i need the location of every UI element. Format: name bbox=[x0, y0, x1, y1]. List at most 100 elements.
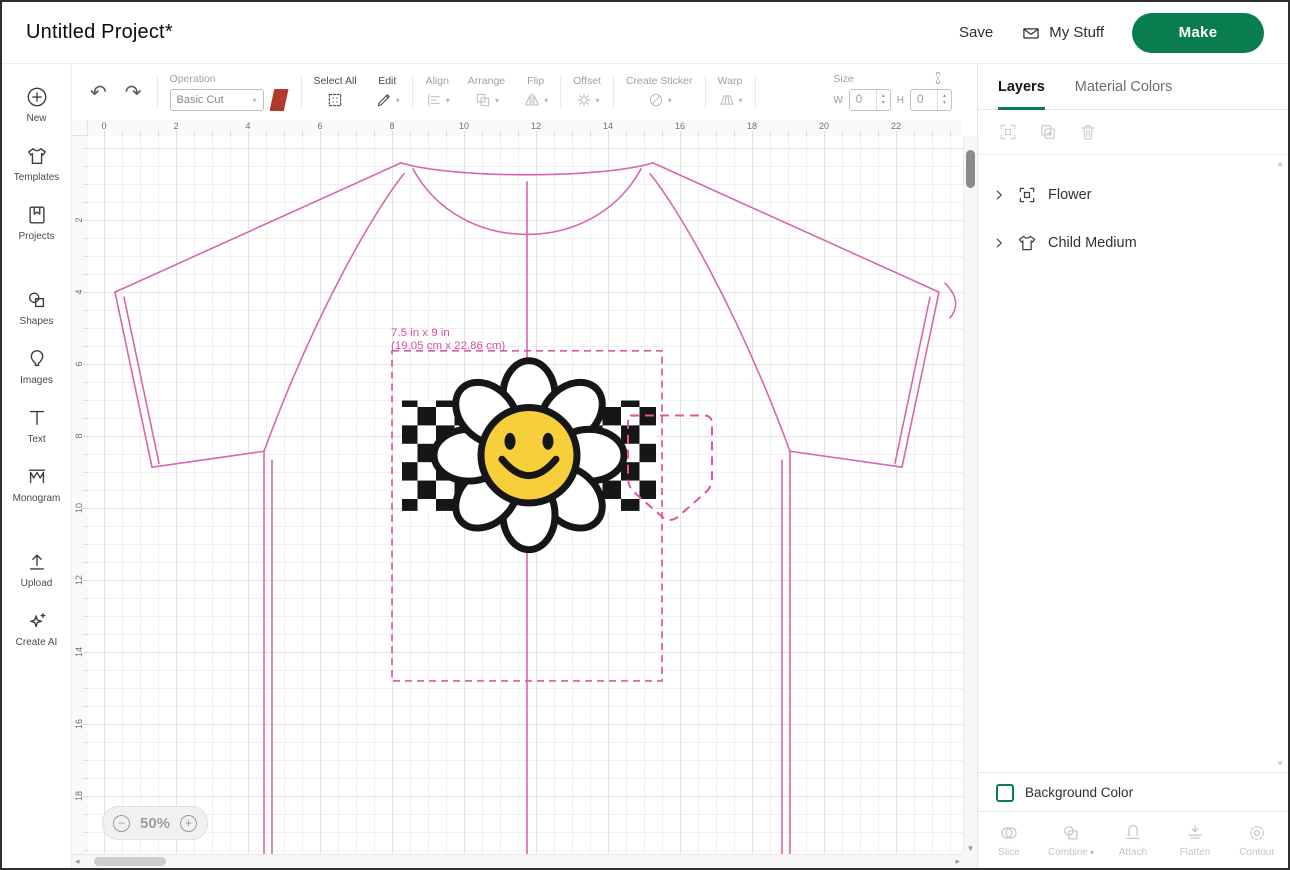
sidebar-item-text[interactable]: Text bbox=[2, 397, 71, 456]
arrange-button[interactable]: ▾ bbox=[474, 91, 499, 109]
header: Untitled Project* Save My Stuff Make bbox=[2, 2, 1288, 64]
sidebar-item-images[interactable]: Images bbox=[2, 338, 71, 397]
horizontal-scrollbar[interactable]: ◂ ▸ bbox=[72, 854, 963, 868]
height-stepper[interactable]: ▴▾ bbox=[937, 90, 951, 110]
edit-toolbar: ↶ ↷ Operation Basic Cut ▾ Select All Edi… bbox=[72, 64, 977, 120]
flip-button[interactable]: ▾ bbox=[523, 91, 548, 109]
make-button[interactable]: Make bbox=[1132, 13, 1264, 53]
sidebar-item-label: Shapes bbox=[20, 316, 54, 327]
group-layer-icon bbox=[1017, 185, 1037, 205]
offset-group: Offset ▾ bbox=[564, 75, 610, 109]
flower-design[interactable] bbox=[402, 361, 656, 550]
chevron-down-icon: ▾ bbox=[253, 96, 257, 105]
arrange-icon bbox=[474, 91, 492, 109]
toolbar-divider bbox=[613, 75, 614, 109]
scroll-left-icon[interactable]: ◂ bbox=[75, 856, 80, 867]
ruler-mark: 10 bbox=[74, 502, 84, 514]
slice-icon bbox=[999, 823, 1019, 843]
ruler-mark: 16 bbox=[74, 718, 84, 730]
width-stepper[interactable]: ▴▾ bbox=[876, 90, 890, 110]
my-stuff-button[interactable]: My Stuff bbox=[1021, 23, 1104, 43]
attach-icon bbox=[1123, 823, 1143, 843]
list-scroll-down-icon[interactable]: ▼ bbox=[1276, 759, 1284, 768]
chevron-down-icon: ▾ bbox=[446, 96, 450, 105]
layer-row-child-medium[interactable]: Child Medium bbox=[978, 219, 1288, 267]
sidebar-item-shapes[interactable]: Shapes bbox=[2, 279, 71, 338]
toolbar-divider bbox=[560, 75, 561, 109]
slice-button[interactable]: Slice bbox=[978, 823, 1040, 858]
attach-label: Attach bbox=[1119, 847, 1147, 858]
height-input[interactable]: 0 ▴▾ bbox=[910, 89, 952, 111]
sidebar-item-label: Templates bbox=[14, 172, 60, 183]
tab-layers[interactable]: Layers bbox=[998, 64, 1045, 109]
create-sticker-button[interactable]: ▾ bbox=[647, 91, 672, 109]
sidebar-item-create-ai[interactable]: Create AI bbox=[2, 600, 71, 659]
operation-select[interactable]: Basic Cut ▾ bbox=[170, 89, 264, 111]
undo-button[interactable]: ↶ bbox=[90, 80, 107, 105]
vertical-scrollbar[interactable]: ▼ bbox=[963, 136, 977, 854]
panel-tabs: Layers Material Colors bbox=[978, 64, 1288, 110]
design-canvas[interactable]: 0 2 4 6 8 10 12 14 16 18 20 22 2 4 6 8 1… bbox=[72, 120, 977, 868]
sidebar-item-new[interactable]: New bbox=[2, 76, 71, 135]
ruler-mark: 8 bbox=[74, 430, 84, 442]
align-button[interactable]: ▾ bbox=[425, 91, 450, 109]
flatten-label: Flatten bbox=[1180, 847, 1211, 858]
chevron-down-icon: ▾ bbox=[396, 96, 400, 105]
select-all-button[interactable] bbox=[326, 91, 344, 109]
sidebar-item-templates[interactable]: Templates bbox=[2, 135, 71, 194]
chevron-right-icon bbox=[992, 188, 1006, 202]
canvas-grid[interactable]: 7.5 in x 9 in (19.05 cm x 22.86 cm) bbox=[88, 136, 963, 854]
attach-button[interactable]: Attach bbox=[1102, 823, 1164, 858]
tab-material-colors[interactable]: Material Colors bbox=[1075, 64, 1173, 109]
monogram-icon bbox=[26, 466, 48, 488]
layer-row-flower[interactable]: Flower bbox=[978, 171, 1288, 219]
list-scroll-up-icon[interactable]: ▲ bbox=[1276, 159, 1284, 168]
scroll-down-icon[interactable]: ▼ bbox=[964, 844, 977, 853]
ruler-mark: 4 bbox=[74, 286, 84, 298]
toolbar-divider bbox=[755, 75, 756, 109]
group-icon bbox=[998, 122, 1018, 142]
vertical-scrollbar-thumb[interactable] bbox=[966, 150, 975, 188]
sidebar-item-projects[interactable]: Projects bbox=[2, 194, 71, 253]
create-sticker-group: Create Sticker ▾ bbox=[617, 75, 702, 109]
combine-icon bbox=[1061, 823, 1081, 843]
scroll-right-icon[interactable]: ▸ bbox=[955, 856, 960, 867]
size-link-icon[interactable] bbox=[931, 71, 945, 85]
combine-button[interactable]: Combine▾ bbox=[1040, 823, 1102, 858]
ruler-mark: 22 bbox=[891, 121, 901, 131]
edit-label: Edit bbox=[378, 75, 396, 87]
warp-button[interactable]: ▾ bbox=[718, 91, 743, 109]
flatten-button[interactable]: Flatten bbox=[1164, 823, 1226, 858]
warp-group: Warp ▾ bbox=[709, 75, 752, 109]
ruler-mark: 0 bbox=[101, 121, 106, 131]
offset-button[interactable]: ▾ bbox=[575, 91, 600, 109]
width-input[interactable]: 0 ▴▾ bbox=[849, 89, 891, 111]
background-color-swatch[interactable] bbox=[996, 784, 1014, 802]
horizontal-scrollbar-thumb[interactable] bbox=[94, 857, 166, 866]
chevron-down-icon: ▾ bbox=[495, 96, 499, 105]
chevron-down-icon: ▾ bbox=[1090, 848, 1094, 857]
zoom-in-button[interactable]: + bbox=[180, 815, 197, 832]
toolbar-divider bbox=[301, 75, 302, 109]
sticker-icon bbox=[647, 91, 665, 109]
group-button[interactable] bbox=[998, 122, 1018, 142]
sidebar-item-label: Projects bbox=[18, 231, 54, 242]
sidebar-item-upload[interactable]: Upload bbox=[2, 541, 71, 600]
ruler-mark: 6 bbox=[317, 121, 322, 131]
redo-button[interactable]: ↷ bbox=[125, 80, 142, 105]
layer-label: Child Medium bbox=[1048, 235, 1137, 251]
operation-color-swatch[interactable] bbox=[270, 89, 289, 111]
save-button[interactable]: Save bbox=[959, 24, 993, 41]
edit-button[interactable]: ▾ bbox=[375, 91, 400, 109]
duplicate-icon bbox=[1038, 122, 1058, 142]
contour-button[interactable]: Contour bbox=[1226, 823, 1288, 858]
sidebar-item-label: Text bbox=[27, 434, 45, 445]
background-color-label: Background Color bbox=[1025, 785, 1133, 800]
duplicate-button[interactable] bbox=[1038, 122, 1058, 142]
zoom-out-button[interactable]: − bbox=[113, 815, 130, 832]
sidebar-item-monogram[interactable]: Monogram bbox=[2, 456, 71, 515]
ruler-mark: 14 bbox=[74, 646, 84, 658]
toolbar-divider bbox=[412, 75, 413, 109]
delete-button[interactable] bbox=[1078, 122, 1098, 142]
text-icon bbox=[26, 407, 48, 429]
